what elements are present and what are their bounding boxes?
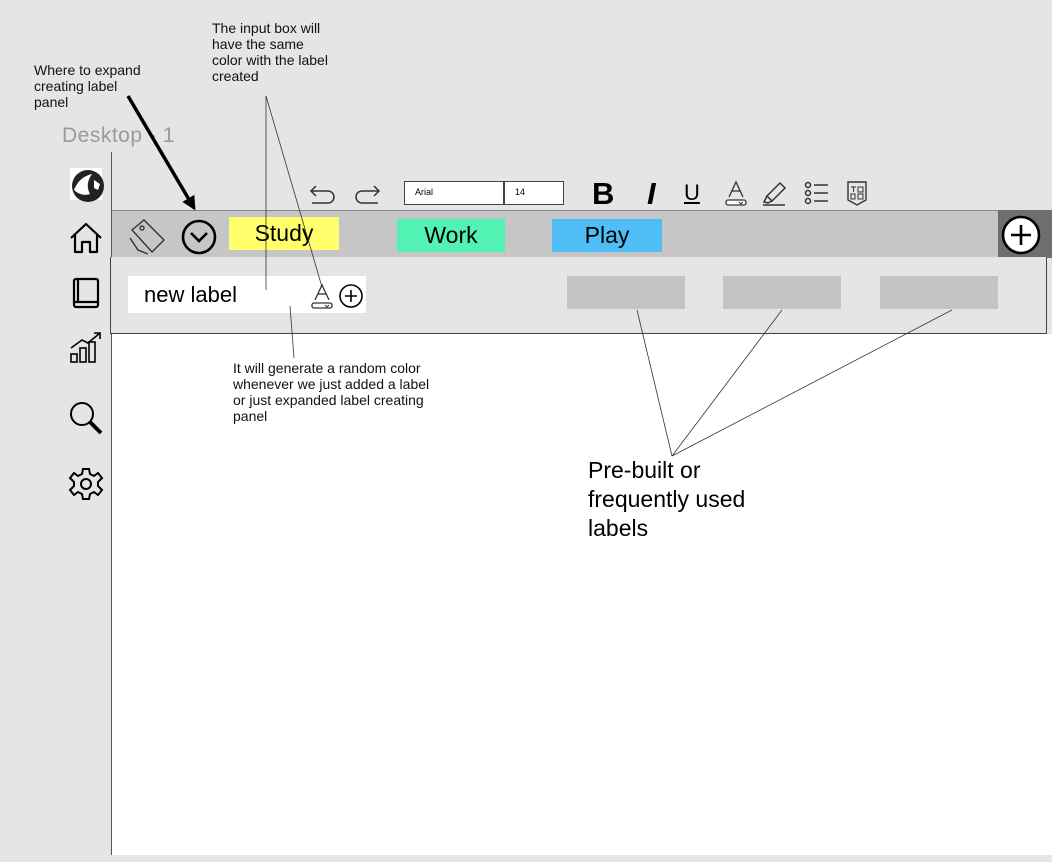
prebuilt-line (671, 309, 783, 457)
expand-arrow (126, 95, 196, 211)
prebuilt-line (636, 309, 673, 457)
random-color-line (289, 305, 295, 359)
annotation-arrows (126, 95, 953, 457)
prebuilt-line (671, 309, 953, 457)
input-color-line (265, 95, 323, 288)
